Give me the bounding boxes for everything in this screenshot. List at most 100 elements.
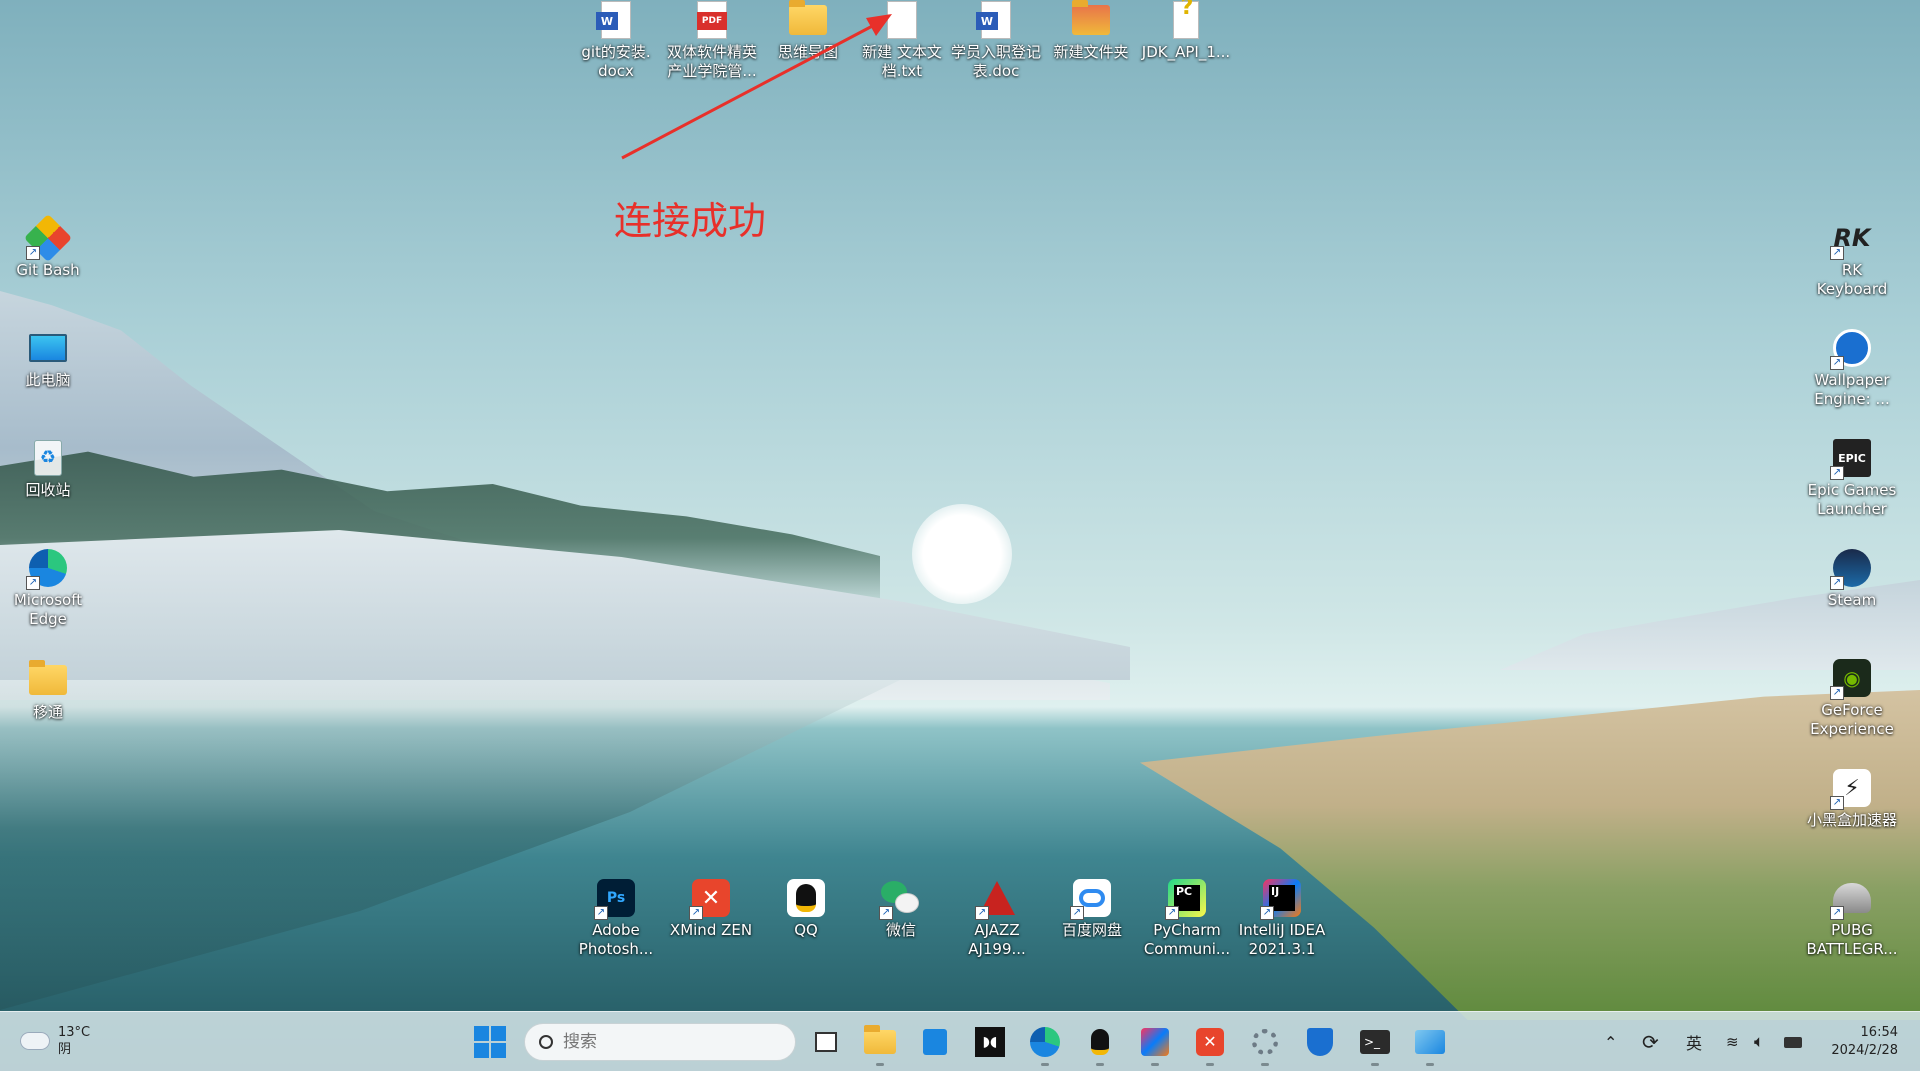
- ajazz-icon: ↗: [975, 878, 1017, 920]
- desktop-icon-registration-doc[interactable]: W 学员入职登记 表.doc: [948, 0, 1044, 81]
- desktop-icon-this-pc[interactable]: 此电脑: [0, 328, 96, 390]
- terminal-icon: >_: [1360, 1030, 1390, 1054]
- xiaoheihe-icon: ⚡ ↗: [1830, 768, 1872, 810]
- system-clock[interactable]: 16:54 2024/2/28: [1831, 1024, 1898, 1060]
- taskbar-xmind[interactable]: ✕: [1192, 1024, 1228, 1066]
- sync-icon: ⟳: [1642, 1030, 1659, 1054]
- desktop-icon-xmind[interactable]: ✕ ↗ XMind ZEN: [663, 878, 759, 940]
- clock-time: 16:54: [1860, 1025, 1898, 1040]
- desktop-icon-pycharm[interactable]: PC ↗ PyCharm Communi...: [1139, 878, 1235, 959]
- taskbar-edge[interactable]: [1027, 1024, 1063, 1066]
- weather-temperature: 13°C: [58, 1025, 91, 1040]
- xmind-icon: ✕ ↗: [689, 878, 731, 920]
- rk-keyboard-icon: RK ↗: [1830, 218, 1872, 260]
- desktop-icon-mindmap-folder[interactable]: 思维导图: [760, 0, 856, 62]
- desktop-icon-yitong[interactable]: 移通: [0, 660, 96, 722]
- text-file-icon: [882, 0, 922, 40]
- tray-wifi[interactable]: ≋: [1726, 1012, 1739, 1071]
- folder-icon: [788, 0, 828, 40]
- tray-volume[interactable]: 🔈︎: [1754, 1012, 1764, 1071]
- desktop-icon-jdk-api[interactable]: ? JDK_API_1...: [1138, 0, 1234, 62]
- desktop-icon-intellij[interactable]: IJ ↗ IntelliJ IDEA 2021.3.1: [1234, 878, 1330, 959]
- photoshop-icon: Ps ↗: [594, 878, 636, 920]
- geforce-icon: ◉ ↗: [1830, 658, 1872, 700]
- qq-icon: [1091, 1029, 1109, 1055]
- taskbar-remote-desktop[interactable]: [1412, 1024, 1448, 1066]
- store-icon: [923, 1029, 947, 1055]
- weather-widget[interactable]: 13°C 阴: [20, 1024, 90, 1058]
- taskbar: 13°C 阴 ◗◖ ✕ >_ ⌃: [0, 1011, 1920, 1071]
- desktop-icon-new-txt[interactable]: 新建 文本文 档.txt: [854, 0, 950, 81]
- task-view-icon: [815, 1032, 837, 1052]
- desktop-icon-rk-keyboard[interactable]: RK ↗ RK Keyboard: [1804, 218, 1900, 299]
- desktop-icon-xiaoheihe[interactable]: ⚡ ↗ 小黑盒加速器: [1804, 768, 1900, 830]
- desktop-icon-recycle-bin[interactable]: ♻ 回收站: [0, 438, 96, 500]
- desktop-icon-baidu-netdisk[interactable]: ↗ 百度网盘: [1044, 878, 1140, 940]
- search-input[interactable]: [563, 1032, 763, 1052]
- taskbar-settings[interactable]: [1247, 1024, 1283, 1066]
- file-explorer-icon: [864, 1025, 896, 1054]
- taskbar-microsoft-store[interactable]: [917, 1024, 953, 1060]
- steam-icon: ↗: [1830, 548, 1872, 590]
- desktop-icon-git-docx[interactable]: W git的安装. docx: [568, 0, 664, 81]
- annotation-text: 连接成功: [614, 199, 767, 243]
- taskbar-search[interactable]: [524, 1023, 796, 1061]
- cloud-icon: [20, 1032, 50, 1050]
- task-view-button[interactable]: [808, 1024, 844, 1060]
- taskbar-file-explorer[interactable]: [862, 1024, 898, 1066]
- wallpaper-engine-icon: ↗: [1830, 328, 1872, 370]
- folder-icon: [28, 660, 68, 700]
- start-button[interactable]: [474, 1026, 506, 1058]
- tray-battery[interactable]: [1784, 1012, 1802, 1071]
- pdf-icon: PDF: [692, 0, 732, 40]
- desktop-icon-pubg[interactable]: ↗ PUBG BATTLEGR...: [1804, 878, 1900, 959]
- pubg-icon: ↗: [1830, 878, 1872, 920]
- gear-icon: [1252, 1029, 1278, 1055]
- wechat-icon: ↗: [879, 878, 921, 920]
- tray-ime[interactable]: 英: [1686, 1012, 1702, 1071]
- desktop-icon-git-bash[interactable]: ↗ Git Bash: [0, 213, 96, 280]
- desktop-icon-wallpaper-engine[interactable]: ↗ Wallpaper Engine: ...: [1804, 328, 1900, 409]
- tray-sync[interactable]: ⟳: [1642, 1012, 1659, 1071]
- chevron-up-icon: ⌃: [1604, 1032, 1618, 1052]
- weather-description: 阴: [58, 1042, 72, 1057]
- help-file-icon: ?: [1166, 0, 1206, 40]
- taskbar-qq[interactable]: [1082, 1024, 1118, 1066]
- desktop-icon-wechat[interactable]: ↗ 微信: [853, 878, 949, 940]
- dolby-icon: ◗◖: [975, 1027, 1005, 1057]
- wifi-icon: ≋: [1726, 1033, 1739, 1051]
- battery-icon: [1784, 1036, 1802, 1048]
- shield-icon: [1307, 1028, 1333, 1056]
- taskbar-security[interactable]: [1302, 1024, 1338, 1060]
- desktop-icon-geforce[interactable]: ◉ ↗ GeForce Experience: [1804, 658, 1900, 739]
- desktop-icon-edge[interactable]: ↗ Microsoft Edge: [0, 548, 96, 629]
- desktop-icon-steam[interactable]: ↗ Steam: [1804, 548, 1900, 610]
- remote-desktop-icon: [1415, 1030, 1445, 1054]
- taskbar-dolby[interactable]: ◗◖: [972, 1024, 1008, 1060]
- desktop-icon-photoshop[interactable]: Ps ↗ Adobe Photosh...: [568, 878, 664, 959]
- desktop-icon-ajazz[interactable]: ↗ AJAZZ AJ199...: [949, 878, 1045, 959]
- desktop-icon-qq[interactable]: QQ: [758, 878, 854, 940]
- taskbar-terminal[interactable]: >_: [1357, 1024, 1393, 1066]
- word-doc-icon: W: [596, 0, 636, 40]
- tray-overflow[interactable]: ⌃: [1604, 1012, 1617, 1071]
- word-doc-icon: W: [976, 0, 1016, 40]
- desktop-icon-new-folder[interactable]: 新建文件夹: [1043, 0, 1139, 62]
- desktop-icon-epic-games[interactable]: EPIC ↗ Epic Games Launcher: [1804, 438, 1900, 519]
- qq-icon: [786, 878, 826, 918]
- pycharm-icon: PC ↗: [1165, 878, 1207, 920]
- baidu-netdisk-icon: ↗: [1070, 878, 1112, 920]
- epic-games-icon: EPIC ↗: [1830, 438, 1872, 480]
- volume-icon: 🔈︎: [1754, 1032, 1765, 1052]
- computer-icon: [28, 328, 68, 368]
- edge-icon: ↗: [26, 548, 68, 590]
- desktop-icon-pdf[interactable]: PDF 双体软件精英 产业学院管...: [664, 0, 760, 81]
- search-icon: [539, 1035, 553, 1049]
- clock-date: 2024/2/28: [1831, 1043, 1898, 1058]
- sun: [912, 504, 1012, 604]
- folder-icon: [1071, 0, 1111, 40]
- xmind-icon: ✕: [1196, 1028, 1224, 1056]
- intellij-icon: [1141, 1028, 1169, 1056]
- edge-icon: [1030, 1027, 1060, 1057]
- taskbar-intellij[interactable]: [1137, 1024, 1173, 1066]
